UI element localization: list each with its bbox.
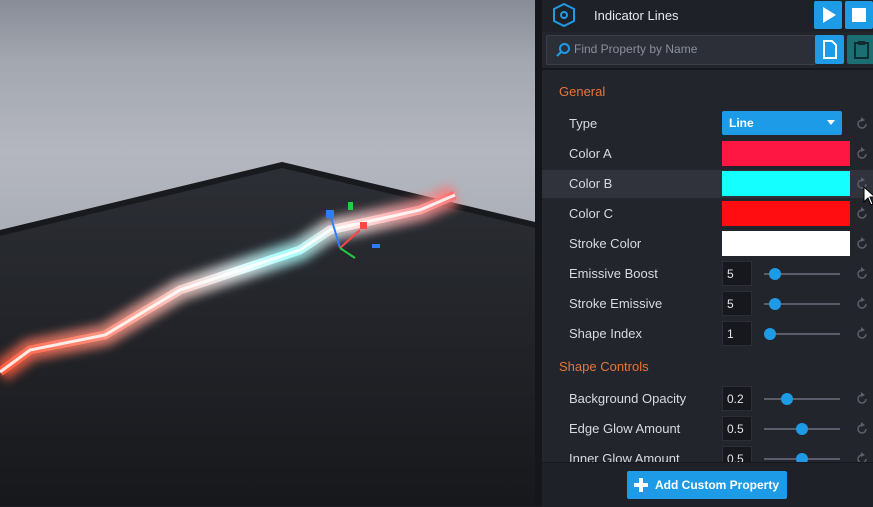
panel-header: Indicator Lines <box>542 0 873 32</box>
property-row-color-c: Color C <box>542 200 873 228</box>
reset-icon[interactable] <box>855 237 869 251</box>
scene-render <box>0 162 535 506</box>
property-row-stroke-emissive: Stroke Emissive 5 <box>542 290 873 318</box>
slider-knob[interactable] <box>796 423 808 435</box>
slider-knob[interactable] <box>781 393 793 405</box>
reset-icon[interactable] <box>855 327 869 341</box>
type-value: Line <box>729 116 754 130</box>
property-row-edge-glow-amount: Edge Glow Amount 0.5 <box>542 415 873 443</box>
type-dropdown[interactable]: Line <box>722 111 842 135</box>
reset-icon[interactable] <box>855 267 869 281</box>
background-opacity-input[interactable]: 0.2 <box>722 386 752 411</box>
shape-index-slider[interactable] <box>764 328 840 340</box>
property-row-stroke-color: Stroke Color <box>542 230 873 258</box>
property-label: Color A <box>569 146 612 161</box>
scene-viewport[interactable] <box>0 0 535 506</box>
paste-button[interactable] <box>847 35 873 64</box>
reset-icon[interactable] <box>855 207 869 221</box>
property-label: Color C <box>569 206 614 221</box>
mouse-cursor-icon <box>863 186 873 206</box>
stroke-emissive-slider[interactable] <box>764 298 840 310</box>
script-object-icon <box>553 3 575 27</box>
property-label: Stroke Emissive <box>569 296 663 311</box>
emissive-boost-slider[interactable] <box>764 268 840 280</box>
color-b-swatch[interactable] <box>722 171 850 196</box>
property-row-shape-index: Shape Index 1 <box>542 320 873 348</box>
section-general: General <box>559 84 606 99</box>
stop-button[interactable] <box>845 1 873 29</box>
shape-index-input[interactable]: 1 <box>722 321 752 346</box>
property-label: Stroke Color <box>569 236 642 251</box>
document-icon <box>823 40 837 59</box>
property-label: Color B <box>569 176 613 191</box>
property-label: Shape Index <box>569 326 643 341</box>
search-placeholder: Find Property by Name <box>574 42 698 56</box>
edge-glow-input[interactable]: 0.5 <box>722 416 752 441</box>
slider-knob[interactable] <box>769 268 781 280</box>
color-a-swatch[interactable] <box>722 141 850 166</box>
section-shape-controls: Shape Controls <box>559 359 649 374</box>
color-c-swatch[interactable] <box>722 201 850 226</box>
search-icon <box>556 43 570 57</box>
edge-glow-slider[interactable] <box>764 423 840 435</box>
inner-glow-slider[interactable] <box>764 453 840 465</box>
property-search[interactable]: Find Property by Name <box>546 35 816 65</box>
object-title: Indicator Lines <box>594 8 679 23</box>
reset-icon[interactable] <box>855 422 869 436</box>
property-row-background-opacity: Background Opacity 0.2 <box>542 385 873 413</box>
panel-divider[interactable] <box>535 0 542 506</box>
property-label: Type <box>569 116 598 131</box>
reset-icon[interactable] <box>855 147 869 161</box>
emissive-boost-input[interactable]: 5 <box>722 261 752 286</box>
stop-icon <box>852 8 866 22</box>
property-label: Background Opacity <box>569 391 687 406</box>
stroke-color-swatch[interactable] <box>722 231 850 256</box>
panel-footer: Add Custom Property <box>542 462 873 507</box>
reset-icon[interactable] <box>855 392 869 406</box>
reset-icon[interactable] <box>855 297 869 311</box>
slider-knob[interactable] <box>769 298 781 310</box>
property-row-type: Type Line <box>542 110 873 138</box>
add-custom-property-button[interactable]: Add Custom Property <box>627 471 787 499</box>
stroke-emissive-input[interactable]: 5 <box>722 291 752 316</box>
plus-icon <box>634 478 648 492</box>
property-label: Emissive Boost <box>569 266 658 281</box>
play-button[interactable] <box>814 1 842 29</box>
play-icon <box>823 7 836 23</box>
property-row-emissive-boost: Emissive Boost 5 <box>542 260 873 288</box>
header-separator <box>542 68 873 70</box>
background-opacity-slider[interactable] <box>764 393 840 405</box>
property-label: Edge Glow Amount <box>569 421 681 436</box>
property-row-color-b: Color B <box>542 170 873 198</box>
add-custom-property-label: Add Custom Property <box>655 478 780 492</box>
reset-icon[interactable] <box>855 117 869 131</box>
copy-button[interactable] <box>815 35 844 64</box>
chevron-down-icon <box>827 120 835 125</box>
clipboard-icon <box>854 41 869 59</box>
slider-knob[interactable] <box>764 328 776 340</box>
property-row-color-a: Color A <box>542 140 873 168</box>
properties-panel: Indicator Lines Find Property by Name Ge… <box>542 0 873 507</box>
